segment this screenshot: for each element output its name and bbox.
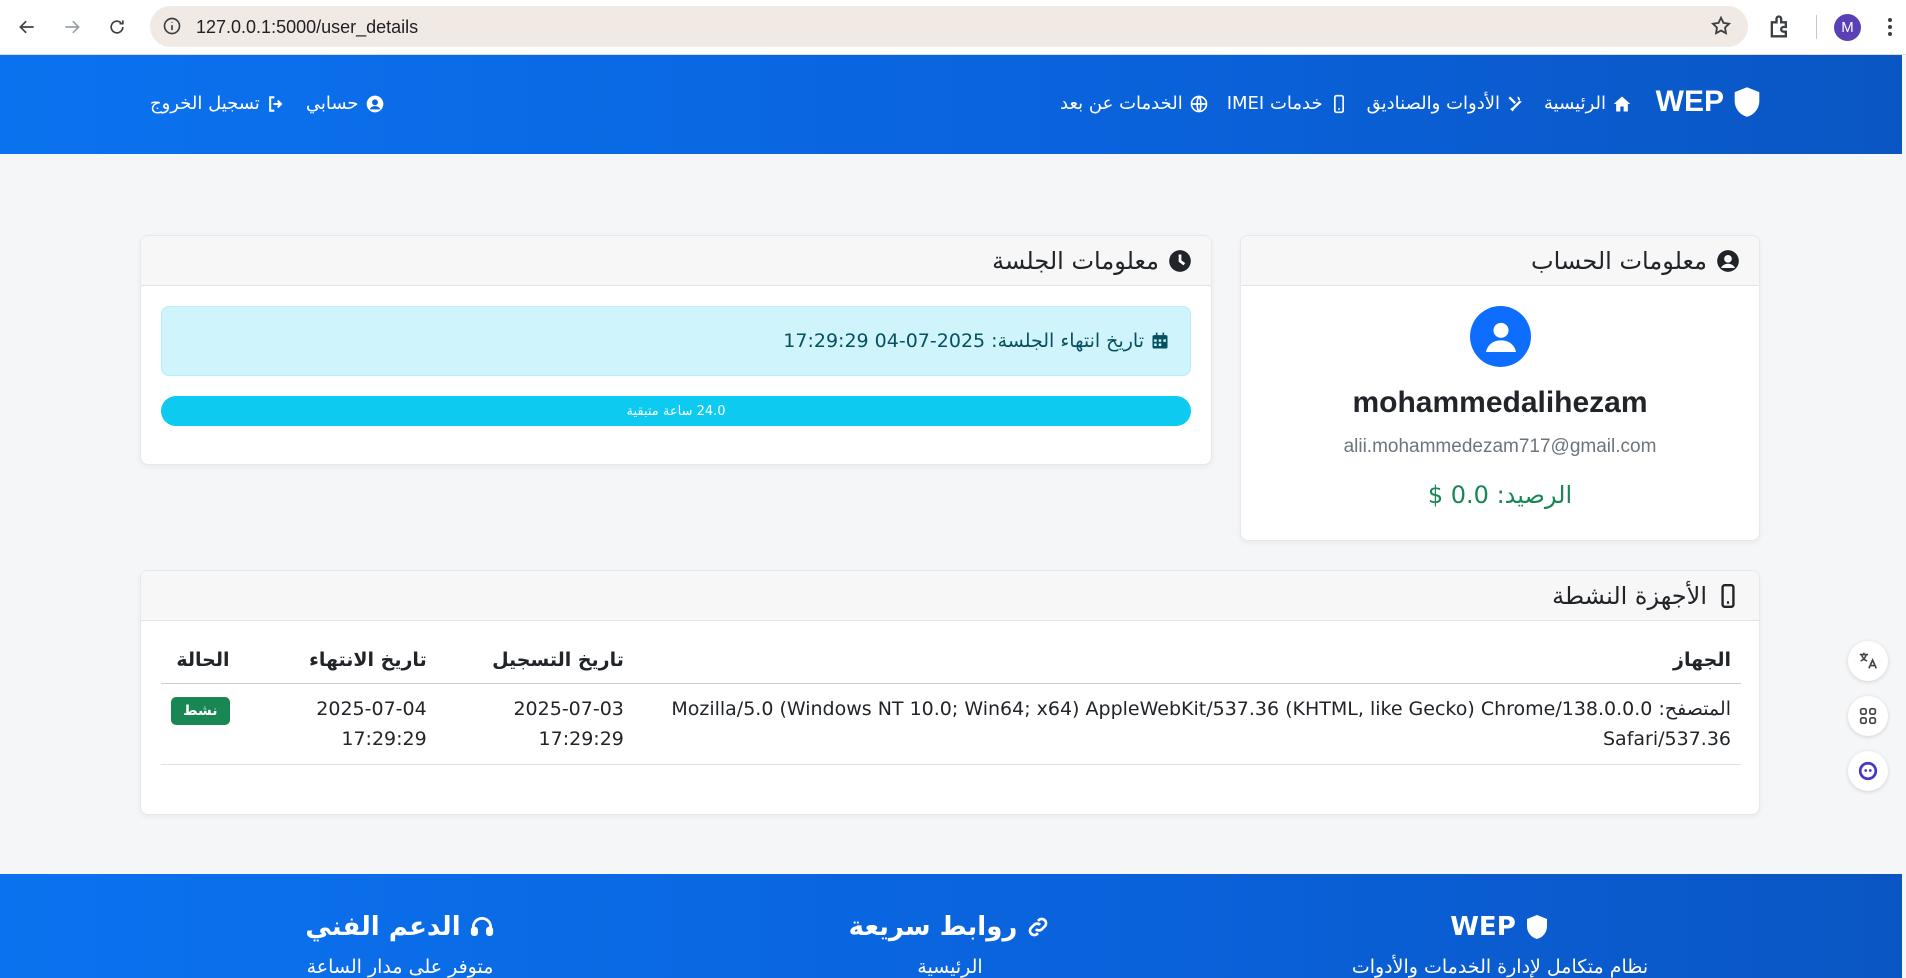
- footer-link-home[interactable]: الرئيسية: [800, 956, 1100, 978]
- registered-cell: 2025-07-03 17:29:29: [436, 683, 634, 765]
- toolbar-divider: [1816, 15, 1817, 39]
- status-cell: نشط: [161, 683, 240, 765]
- bookmark-star-icon[interactable]: [1710, 15, 1732, 37]
- site-info-icon[interactable]: [162, 16, 182, 36]
- translate-icon[interactable]: [1848, 641, 1888, 681]
- nav-logout[interactable]: تسجيل الخروج: [150, 93, 286, 114]
- url-text: 127.0.0.1:5000/user_details: [196, 17, 419, 37]
- link-icon: [1028, 917, 1048, 937]
- session-expiry-text: تاريخ انتهاء الجلسة: 2025-07-04 17:29:29: [783, 330, 1144, 352]
- site-footer: WEP نظام متكامل لإدارة الخدمات والأدوات …: [0, 874, 1902, 978]
- sign-out-icon: [268, 95, 283, 112]
- table-row: المتصفح: Mozilla/5.0 (Windows NT 10.0; W…: [161, 683, 1741, 765]
- profile-avatar[interactable]: M: [1834, 14, 1861, 41]
- column-header-expires: تاريخ الانتهاء: [239, 641, 437, 684]
- clock-icon: [1169, 249, 1191, 272]
- nav-home[interactable]: الرئيسية: [1544, 93, 1632, 114]
- shield-icon: [1526, 915, 1547, 939]
- mobile-icon: [1721, 583, 1735, 608]
- globe-icon: [1190, 95, 1208, 112]
- nav-home-label: الرئيسية: [1544, 93, 1606, 114]
- brand-logo[interactable]: WEP: [1656, 85, 1762, 119]
- table-header-row: الجهاز تاريخ التسجيل تاريخ الانتهاء الحا…: [161, 641, 1741, 684]
- session-progress-fill: 24.0 ساعة متبقية: [161, 396, 1191, 426]
- headset-icon: [470, 916, 493, 936]
- account-info-card: معلومات الحساب mohammedalihezam alii.moh…: [1240, 235, 1760, 541]
- my-account-label: حسابي: [305, 93, 359, 114]
- column-header-status: الحالة: [161, 641, 240, 684]
- calendar-icon: [1152, 332, 1168, 349]
- tools-icon: [1508, 96, 1522, 111]
- nav-tools-label: الأدوات والصناديق: [1366, 93, 1500, 114]
- session-card-title: معلومات الجلسة: [992, 246, 1159, 275]
- account-card-header: معلومات الحساب: [1241, 236, 1759, 286]
- column-header-device: الجهاز: [633, 641, 1741, 684]
- avatar: [1470, 306, 1531, 367]
- footer-support-column: الدعم الفني متوفر على مدار الساعة: [260, 912, 540, 978]
- site-navbar: WEP الرئيسية الأدوات والصناديق خدمات IME…: [0, 55, 1902, 154]
- session-remaining-label: 24.0 ساعة متبقية: [626, 403, 726, 419]
- footer-links-column: روابط سريعة الرئيسية: [800, 912, 1100, 978]
- nav-tools[interactable]: الأدوات والصناديق: [1367, 93, 1526, 114]
- balance: الرصيد: 0.0 $: [1427, 481, 1573, 509]
- footer-brand-column: WEP نظام متكامل لإدارة الخدمات والأدوات: [1335, 912, 1665, 978]
- main-nav: الرئيسية الأدوات والصناديق خدمات IMEI ال…: [1060, 93, 1632, 114]
- browser-toolbar: 127.0.0.1:5000/user_details M: [0, 0, 1906, 55]
- reload-icon[interactable]: [102, 12, 132, 42]
- nav-my-account[interactable]: حسابي: [306, 93, 385, 114]
- footer-support-title: الدعم الفني: [305, 912, 461, 942]
- footer-support-desc: متوفر على مدار الساعة: [306, 956, 494, 978]
- shield-icon: [1734, 87, 1760, 117]
- assistant-bot-icon[interactable]: [1848, 751, 1888, 791]
- mobile-icon: [1333, 94, 1344, 113]
- brand-name: WEP: [1655, 85, 1724, 118]
- username: mohammedalihezam: [1352, 386, 1648, 419]
- nav-remote-label: الخدمات عن بعد: [1060, 93, 1183, 114]
- expires-cell: 2025-07-04 17:29:29: [239, 683, 437, 765]
- device-cell: المتصفح: Mozilla/5.0 (Windows NT 10.0; W…: [633, 683, 1741, 765]
- nav-remote[interactable]: الخدمات عن بعد: [1060, 93, 1209, 114]
- forward-arrow-icon[interactable]: [57, 12, 87, 42]
- session-progress-bar: 24.0 ساعة متبقية: [161, 396, 1191, 426]
- browser-menu-icon[interactable]: [1880, 13, 1900, 41]
- logout-label: تسجيل الخروج: [150, 93, 260, 114]
- column-header-registered: تاريخ التسجيل: [436, 641, 634, 684]
- user-circle-icon: [1717, 249, 1739, 272]
- user-icon: [1485, 322, 1516, 352]
- session-card-header: معلومات الجلسة: [141, 236, 1211, 286]
- nav-imei[interactable]: خدمات IMEI: [1227, 93, 1349, 114]
- account-card-title: معلومات الحساب: [1531, 246, 1707, 275]
- footer-links-title: روابط سريعة: [848, 912, 1018, 942]
- nav-imei-label: خدمات IMEI: [1226, 93, 1323, 114]
- back-arrow-icon[interactable]: [12, 12, 42, 42]
- apps-grid-icon[interactable]: [1848, 696, 1888, 736]
- footer-brand-desc: نظام متكامل لإدارة الخدمات والأدوات: [1351, 956, 1649, 978]
- devices-card-header: الأجهزة النشطة: [141, 571, 1759, 621]
- user-nav: حسابي تسجيل الخروج: [150, 93, 385, 114]
- extensions-icon[interactable]: [1766, 13, 1794, 41]
- address-bar[interactable]: 127.0.0.1:5000/user_details: [150, 6, 1748, 47]
- home-icon: [1613, 96, 1631, 111]
- status-badge: نشط: [171, 697, 230, 725]
- devices-table: الجهاز تاريخ التسجيل تاريخ الانتهاء الحا…: [161, 641, 1741, 765]
- footer-brand-title: WEP: [1450, 912, 1516, 942]
- active-devices-card: الأجهزة النشطة الجهاز تاريخ التسجيل تاري…: [140, 570, 1760, 815]
- session-expiry-alert: تاريخ انتهاء الجلسة: 2025-07-04 17:29:29: [161, 306, 1191, 376]
- devices-card-title: الأجهزة النشطة: [1552, 581, 1707, 610]
- user-email: alii.mohammedezam717@gmail.com: [1343, 436, 1657, 457]
- user-circle-icon: [366, 95, 383, 112]
- session-info-card: معلومات الجلسة تاريخ انتهاء الجلسة: 2025…: [140, 235, 1212, 465]
